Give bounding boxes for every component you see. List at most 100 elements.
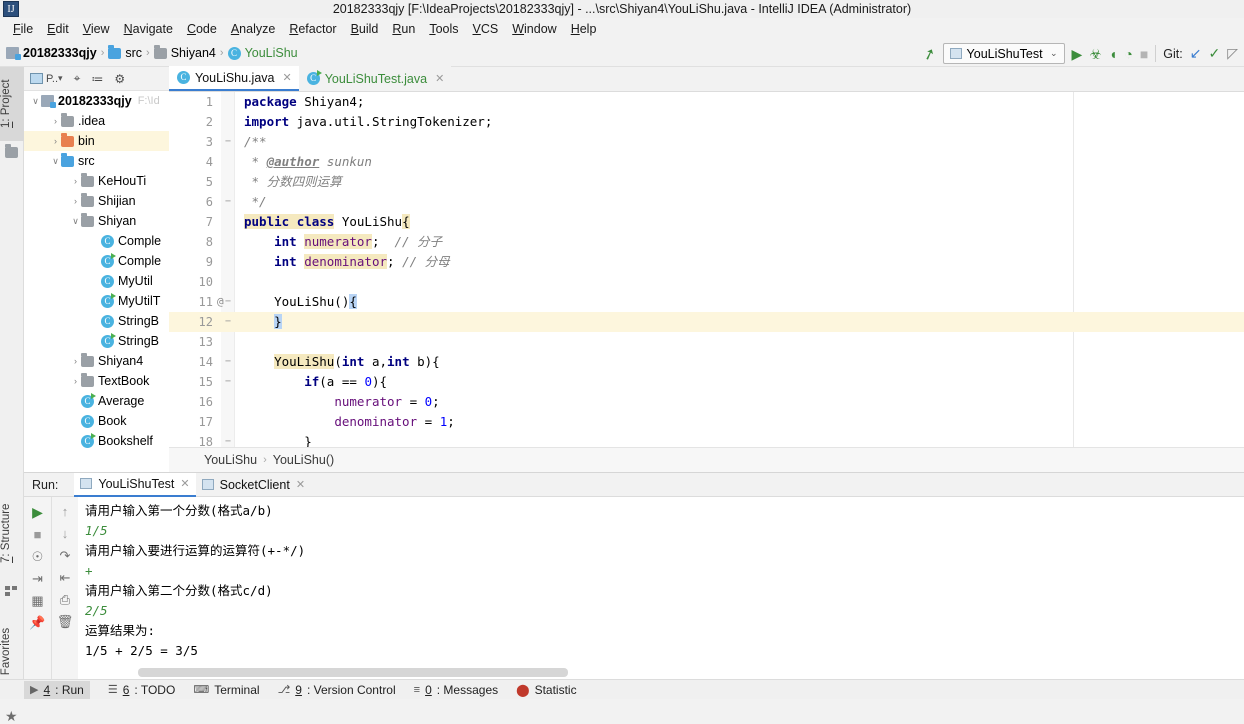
fold-toggle-icon[interactable]: − [223, 132, 233, 152]
tab-youlishu-java[interactable]: C YouLiShu.java ✕ [169, 66, 299, 91]
debug-button[interactable]: ☣ [1089, 47, 1102, 61]
hammer-icon[interactable]: ➚ [920, 43, 939, 64]
tree-toggle-arrow[interactable]: ∨ [70, 216, 81, 227]
screenshot-icon[interactable]: ☉ [32, 550, 44, 563]
close-icon[interactable]: ✕ [435, 72, 444, 85]
tab-youlishutest-java[interactable]: C YouLiShuTest.java ✕ [298, 66, 452, 91]
pin-icon[interactable]: 📌 [29, 616, 45, 629]
breadcrumb-class[interactable]: YouLiShu [204, 453, 257, 467]
breadcrumb-item-youlishu[interactable]: C YouLiShu [227, 46, 298, 60]
sidebar-item-structure[interactable]: 7: Structure [0, 487, 24, 579]
status-bar-item-run[interactable]: ▶ 4: Run [24, 680, 90, 699]
list-item[interactable]: C Comple [24, 231, 169, 251]
trash-icon[interactable]: 🗑 [57, 615, 74, 628]
tree-toggle-arrow[interactable]: › [50, 136, 61, 146]
list-item[interactable]: › KeHouTi [24, 171, 169, 191]
menu-item-file[interactable]: File [6, 20, 40, 38]
breadcrumb-item-shiyan4[interactable]: Shiyan4 [153, 44, 216, 60]
console-output[interactable]: 请用户输入第一个分数(格式a/b) 1/5 请用户输入要进行运算的运算符(+-*/)… [78, 497, 1244, 680]
fold-toggle-icon[interactable]: − [223, 432, 233, 447]
fold-toggle-icon[interactable]: − [223, 192, 233, 212]
tree-toggle-arrow[interactable]: › [50, 116, 61, 126]
sidebar-item-project[interactable]: 1: Project [0, 67, 24, 141]
collapse-all-icon[interactable]: ≔ [91, 72, 103, 86]
menu-item-refactor[interactable]: Refactor [282, 20, 343, 38]
rerun-icon[interactable]: ▶ [32, 505, 43, 519]
console-horizontal-scrollbar[interactable] [138, 668, 568, 677]
list-item[interactable]: C Average [24, 391, 169, 411]
breadcrumb-item-20182333qjy[interactable]: 20182333qjy [6, 46, 97, 60]
fold-toggle-icon[interactable]: − [223, 292, 233, 312]
tree-toggle-arrow[interactable]: ∨ [50, 156, 61, 167]
list-item[interactable]: › Shiyan4 [24, 351, 169, 371]
list-item[interactable]: C MyUtil [24, 271, 169, 291]
menu-item-help[interactable]: Help [564, 20, 604, 38]
menu-item-edit[interactable]: Edit [40, 20, 76, 38]
settings-gear-icon[interactable]: ⚙ [114, 72, 125, 86]
menu-item-vcs[interactable]: VCS [466, 20, 506, 38]
scroll-to-end-icon[interactable]: ⇤ [60, 571, 71, 584]
close-icon[interactable]: ✕ [296, 478, 305, 491]
tree-toggle-arrow[interactable]: ∨ [30, 96, 41, 107]
export-icon[interactable]: ⇥ [32, 572, 43, 585]
fold-toggle-icon[interactable]: − [223, 372, 233, 392]
run-tab-socketclient[interactable]: SocketClient ✕ [196, 473, 311, 497]
menu-item-analyze[interactable]: Analyze [224, 20, 282, 38]
list-item[interactable]: › Shijian [24, 191, 169, 211]
print-icon[interactable]: ⎙ [60, 593, 70, 606]
locate-icon[interactable]: ⌖ [74, 71, 81, 86]
profile-button[interactable]: ◔ [1124, 47, 1132, 61]
list-item[interactable]: C Bookshelf [24, 431, 169, 451]
code-text: public class YouLiShu{ [244, 214, 410, 229]
list-item[interactable]: C MyUtilT [24, 291, 169, 311]
status-bar-item-terminal[interactable]: ⌨ Terminal [193, 683, 259, 697]
project-view-selector[interactable]: P.. ▾ [30, 73, 63, 85]
list-item[interactable]: › bin [24, 131, 169, 151]
soft-wrap-icon[interactable]: ↷ [60, 549, 71, 562]
menu-item-run[interactable]: Run [385, 20, 422, 38]
folder-icon [5, 144, 19, 159]
menu-item-window[interactable]: Window [505, 20, 563, 38]
list-item[interactable]: › .idea [24, 111, 169, 131]
status-bar-item-messages[interactable]: ≡ 0: Messages [414, 683, 498, 697]
run-with-coverage-button[interactable]: ◖ [1109, 47, 1117, 61]
run-button[interactable]: ▶ [1072, 47, 1083, 61]
menu-item-build[interactable]: Build [344, 20, 386, 38]
breadcrumb-method[interactable]: YouLiShu() [273, 453, 334, 467]
list-item[interactable]: C Comple [24, 251, 169, 271]
fold-toggle-icon[interactable]: − [223, 352, 233, 372]
scroll-down-icon[interactable]: ↓ [62, 527, 69, 540]
list-item[interactable]: C StringB [24, 331, 169, 351]
status-bar-item-versioncontrol[interactable]: ⎇ 9: Version Control [278, 683, 396, 697]
status-bar-item-todo[interactable]: ☰ 6: TODO [108, 683, 175, 697]
list-item[interactable]: C Book [24, 411, 169, 431]
status-bar-item-statistic[interactable]: ⬤ Statistic [516, 683, 576, 697]
tree-toggle-arrow[interactable]: › [70, 196, 81, 206]
git-commit-icon[interactable]: ✓ [1208, 45, 1220, 62]
run-tab-youlishutest[interactable]: YouLiShuTest ✕ [74, 472, 196, 497]
list-item[interactable]: ∨ src [24, 151, 169, 171]
tree-toggle-arrow[interactable]: › [70, 376, 81, 386]
fold-toggle-icon[interactable]: − [223, 312, 233, 332]
tree-toggle-arrow[interactable]: › [70, 356, 81, 366]
tree-toggle-arrow[interactable]: › [70, 176, 81, 186]
breadcrumb-item-src[interactable]: src [108, 44, 142, 60]
code-editor[interactable]: 1 package Shiyan4; 2 import java.util.Strin… [169, 92, 1244, 447]
list-item[interactable]: ∨ 20182333qjy F:\Id [24, 91, 169, 111]
menu-item-view[interactable]: View [76, 20, 117, 38]
list-item[interactable]: › TextBook [24, 371, 169, 391]
git-update-project-icon[interactable]: ↙ [1190, 45, 1202, 62]
print-settings-icon[interactable]: ▦ [31, 594, 43, 607]
list-item[interactable]: ∨ Shiyan [24, 211, 169, 231]
menu-item-navigate[interactable]: Navigate [117, 20, 180, 38]
scroll-up-icon[interactable]: ↑ [62, 505, 69, 518]
tree-item-label: MyUtil [118, 274, 153, 288]
menu-item-tools[interactable]: Tools [422, 20, 465, 38]
menu-item-code[interactable]: Code [180, 20, 224, 38]
git-history-icon[interactable]: ◸ [1227, 45, 1238, 62]
close-icon[interactable]: ✕ [282, 71, 291, 84]
close-icon[interactable]: ✕ [180, 477, 189, 490]
list-item[interactable]: C StringB [24, 311, 169, 331]
project-tree[interactable]: ∨ 20182333qjy F:\Id › .idea › bin ∨ src › KeHouTi ›… [24, 91, 169, 472]
run-configuration-selector[interactable]: YouLiShuTest ⌄ [942, 43, 1065, 64]
